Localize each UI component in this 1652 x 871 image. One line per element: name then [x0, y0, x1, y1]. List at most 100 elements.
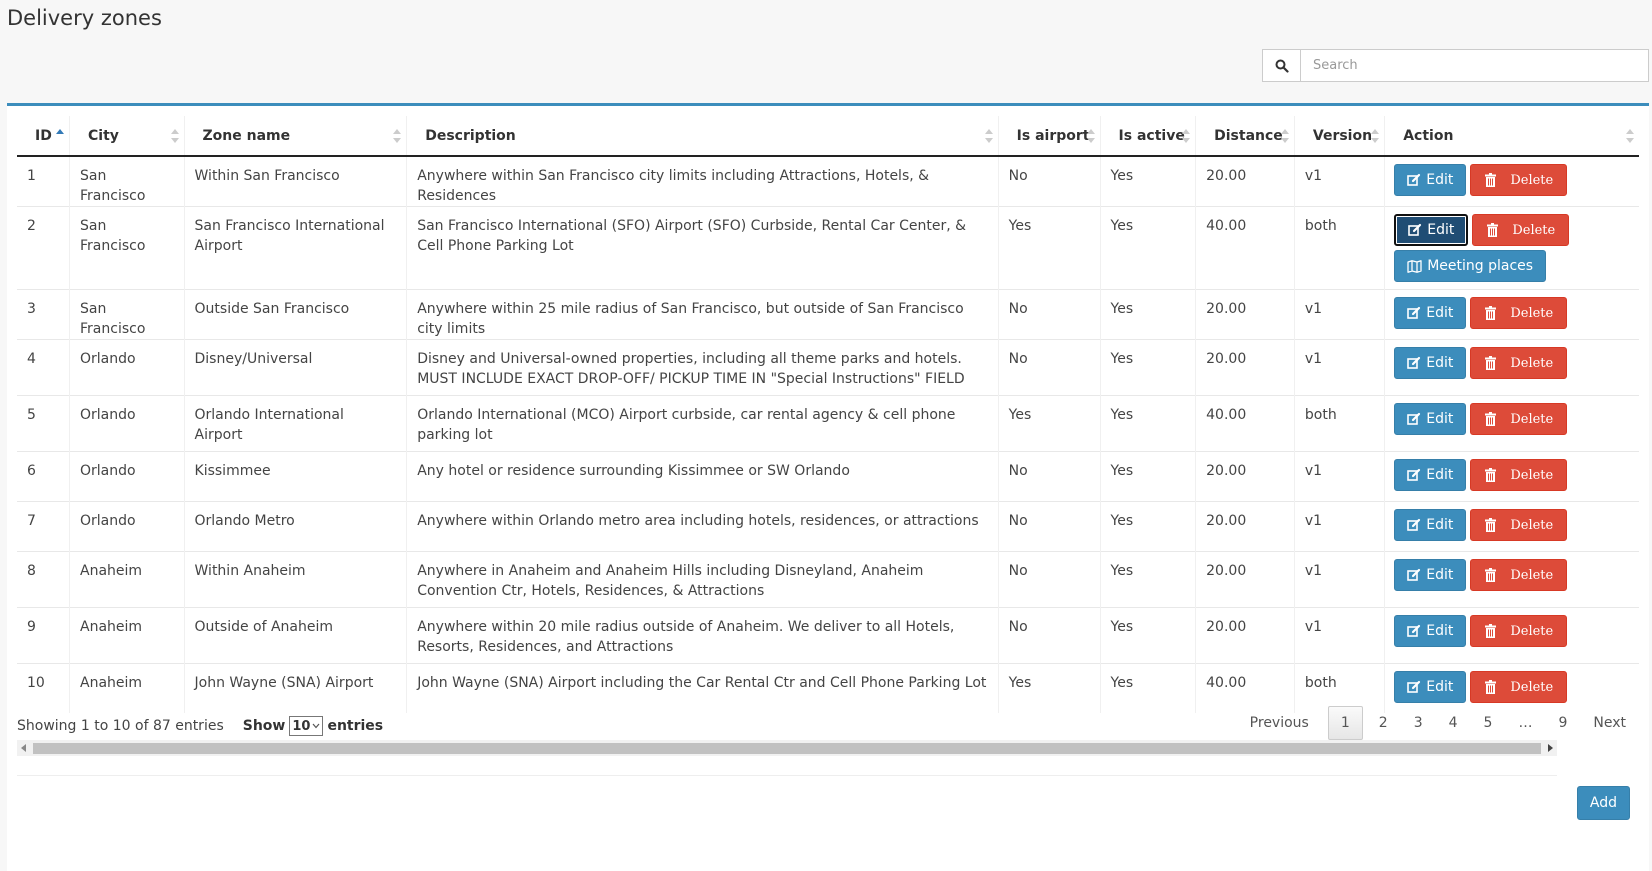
scrollbar-thumb[interactable] — [33, 743, 1541, 754]
pagination-page[interactable]: 4 — [1436, 707, 1471, 739]
column-header-distance[interactable]: Distance — [1195, 116, 1295, 157]
edit-button[interactable]: Edit — [1394, 403, 1467, 435]
cell-is-airport: No — [998, 155, 1101, 207]
delete-button[interactable]: Delete — [1470, 459, 1568, 491]
cell-action: Edit Delete Meeting places — [1384, 206, 1639, 290]
cell-action: Edit Delete — [1384, 501, 1639, 552]
page-length-select[interactable]: 10 — [289, 716, 324, 736]
cell-is-airport: No — [998, 451, 1101, 502]
pagination-next[interactable]: Next — [1580, 707, 1639, 739]
cell-description: Orlando International (MCO) Airport curb… — [406, 395, 999, 452]
cell-zone-name: Outside San Francisco — [184, 289, 408, 340]
chevron-down-icon — [312, 723, 320, 729]
delete-button[interactable]: Delete — [1472, 214, 1570, 246]
cell-action: Edit Delete — [1384, 155, 1639, 207]
edit-button[interactable]: Edit — [1394, 671, 1467, 703]
cell-is-airport: No — [998, 607, 1101, 664]
delete-button[interactable]: Delete — [1470, 403, 1568, 435]
pagination-previous[interactable]: Previous — [1237, 707, 1322, 739]
edit-button[interactable]: Edit — [1394, 559, 1467, 591]
column-header-label: Zone name — [202, 127, 291, 144]
cell-is-active: Yes — [1100, 289, 1197, 340]
delete-label: Delete — [1510, 623, 1554, 639]
column-header-zone-name[interactable]: Zone name — [184, 116, 408, 157]
trash-icon — [1485, 173, 1497, 187]
cell-city: Orlando — [69, 451, 185, 502]
table-row: 5 Orlando Orlando International Airport Orl… — [17, 395, 1639, 452]
table-row: 4 Orlando Disney/Universal Disney and Unive… — [17, 339, 1639, 396]
cell-is-airport: No — [998, 551, 1101, 608]
column-header-is-active[interactable]: Is active — [1100, 116, 1197, 157]
column-header-action[interactable]: Action — [1384, 116, 1639, 157]
show-label: Show — [242, 718, 286, 734]
cell-zone-name: John Wayne (SNA) Airport — [184, 663, 408, 713]
delete-button[interactable]: Delete — [1470, 164, 1568, 196]
delete-button[interactable]: Delete — [1470, 615, 1568, 647]
edit-button[interactable]: Edit — [1394, 509, 1467, 541]
table-row: 8 Anaheim Within Anaheim Anywhere in Anahei… — [17, 551, 1639, 608]
cell-action: Edit Delete — [1384, 607, 1639, 664]
trash-icon — [1485, 412, 1497, 426]
trash-icon — [1485, 356, 1497, 370]
column-header-label: Version — [1312, 127, 1373, 144]
delete-label: Delete — [1510, 305, 1554, 321]
pagination-page[interactable]: 3 — [1401, 707, 1436, 739]
edit-button[interactable]: Edit — [1394, 297, 1467, 329]
column-header-id[interactable]: ID — [17, 116, 71, 157]
cell-action: Edit Delete — [1384, 289, 1639, 340]
column-header-label: City — [88, 127, 119, 144]
cell-id: 6 — [17, 451, 71, 502]
pagination-page[interactable]: 2 — [1366, 707, 1401, 739]
scroll-right-arrow-icon[interactable] — [1548, 744, 1553, 752]
delete-button[interactable]: Delete — [1470, 671, 1568, 703]
trash-icon — [1485, 518, 1497, 532]
horizontal-scrollbar[interactable] — [17, 740, 1557, 756]
cell-action: Edit Delete — [1384, 551, 1639, 608]
column-header-description[interactable]: Description — [406, 116, 999, 157]
edit-icon — [1407, 624, 1421, 638]
pagination-page[interactable]: 5 — [1471, 707, 1506, 739]
delete-button[interactable]: Delete — [1470, 297, 1568, 329]
edit-label: Edit — [1426, 467, 1454, 483]
pagination-ellipsis: … — [1518, 715, 1533, 731]
cell-id: 1 — [17, 155, 71, 207]
trash-icon — [1485, 306, 1497, 320]
scroll-left-arrow-icon[interactable] — [21, 744, 26, 752]
edit-button[interactable]: Edit — [1394, 347, 1467, 379]
add-button[interactable]: Add — [1576, 786, 1630, 820]
pagination-page[interactable]: 9 — [1545, 707, 1580, 739]
cell-distance: 20.00 — [1195, 451, 1295, 502]
cell-action: Edit Delete — [1384, 339, 1639, 396]
trash-icon — [1487, 223, 1499, 237]
edit-label: Edit — [1426, 172, 1454, 188]
search-input[interactable] — [1300, 49, 1649, 82]
delete-button[interactable]: Delete — [1470, 559, 1568, 591]
cell-is-active: Yes — [1100, 551, 1197, 608]
edit-button[interactable]: Edit — [1394, 164, 1467, 196]
cell-description: Anywhere within 25 mile radius of San Fr… — [406, 289, 999, 340]
edit-button[interactable]: Edit — [1394, 214, 1469, 246]
pagination: Previous 1 2 3 4 5 … 9 Next — [1237, 706, 1639, 740]
cell-is-active: Yes — [1100, 663, 1197, 713]
delete-label: Delete — [1512, 222, 1556, 238]
column-header-is-airport[interactable]: Is airport — [998, 116, 1101, 157]
cell-version: v1 — [1294, 501, 1386, 552]
delete-label: Delete — [1510, 517, 1554, 533]
delete-label: Delete — [1510, 355, 1554, 371]
column-header-label: Action — [1403, 127, 1454, 144]
cell-id: 5 — [17, 395, 71, 452]
meeting-places-button[interactable]: Meeting places — [1394, 250, 1547, 282]
pagination-page[interactable]: 1 — [1327, 706, 1363, 740]
cell-description: Anywhere within Orlando metro area inclu… — [406, 501, 999, 552]
cell-city: Anaheim — [69, 663, 185, 713]
edit-button[interactable]: Edit — [1394, 459, 1467, 491]
column-header-city[interactable]: City — [69, 116, 185, 157]
edit-label: Edit — [1426, 305, 1454, 321]
edit-button[interactable]: Edit — [1394, 615, 1467, 647]
delete-button[interactable]: Delete — [1470, 509, 1568, 541]
delete-button[interactable]: Delete — [1470, 347, 1568, 379]
column-header-label: Distance — [1214, 127, 1283, 144]
edit-icon — [1407, 356, 1421, 370]
column-header-version[interactable]: Version — [1294, 116, 1386, 157]
search-icon[interactable] — [1262, 49, 1300, 82]
